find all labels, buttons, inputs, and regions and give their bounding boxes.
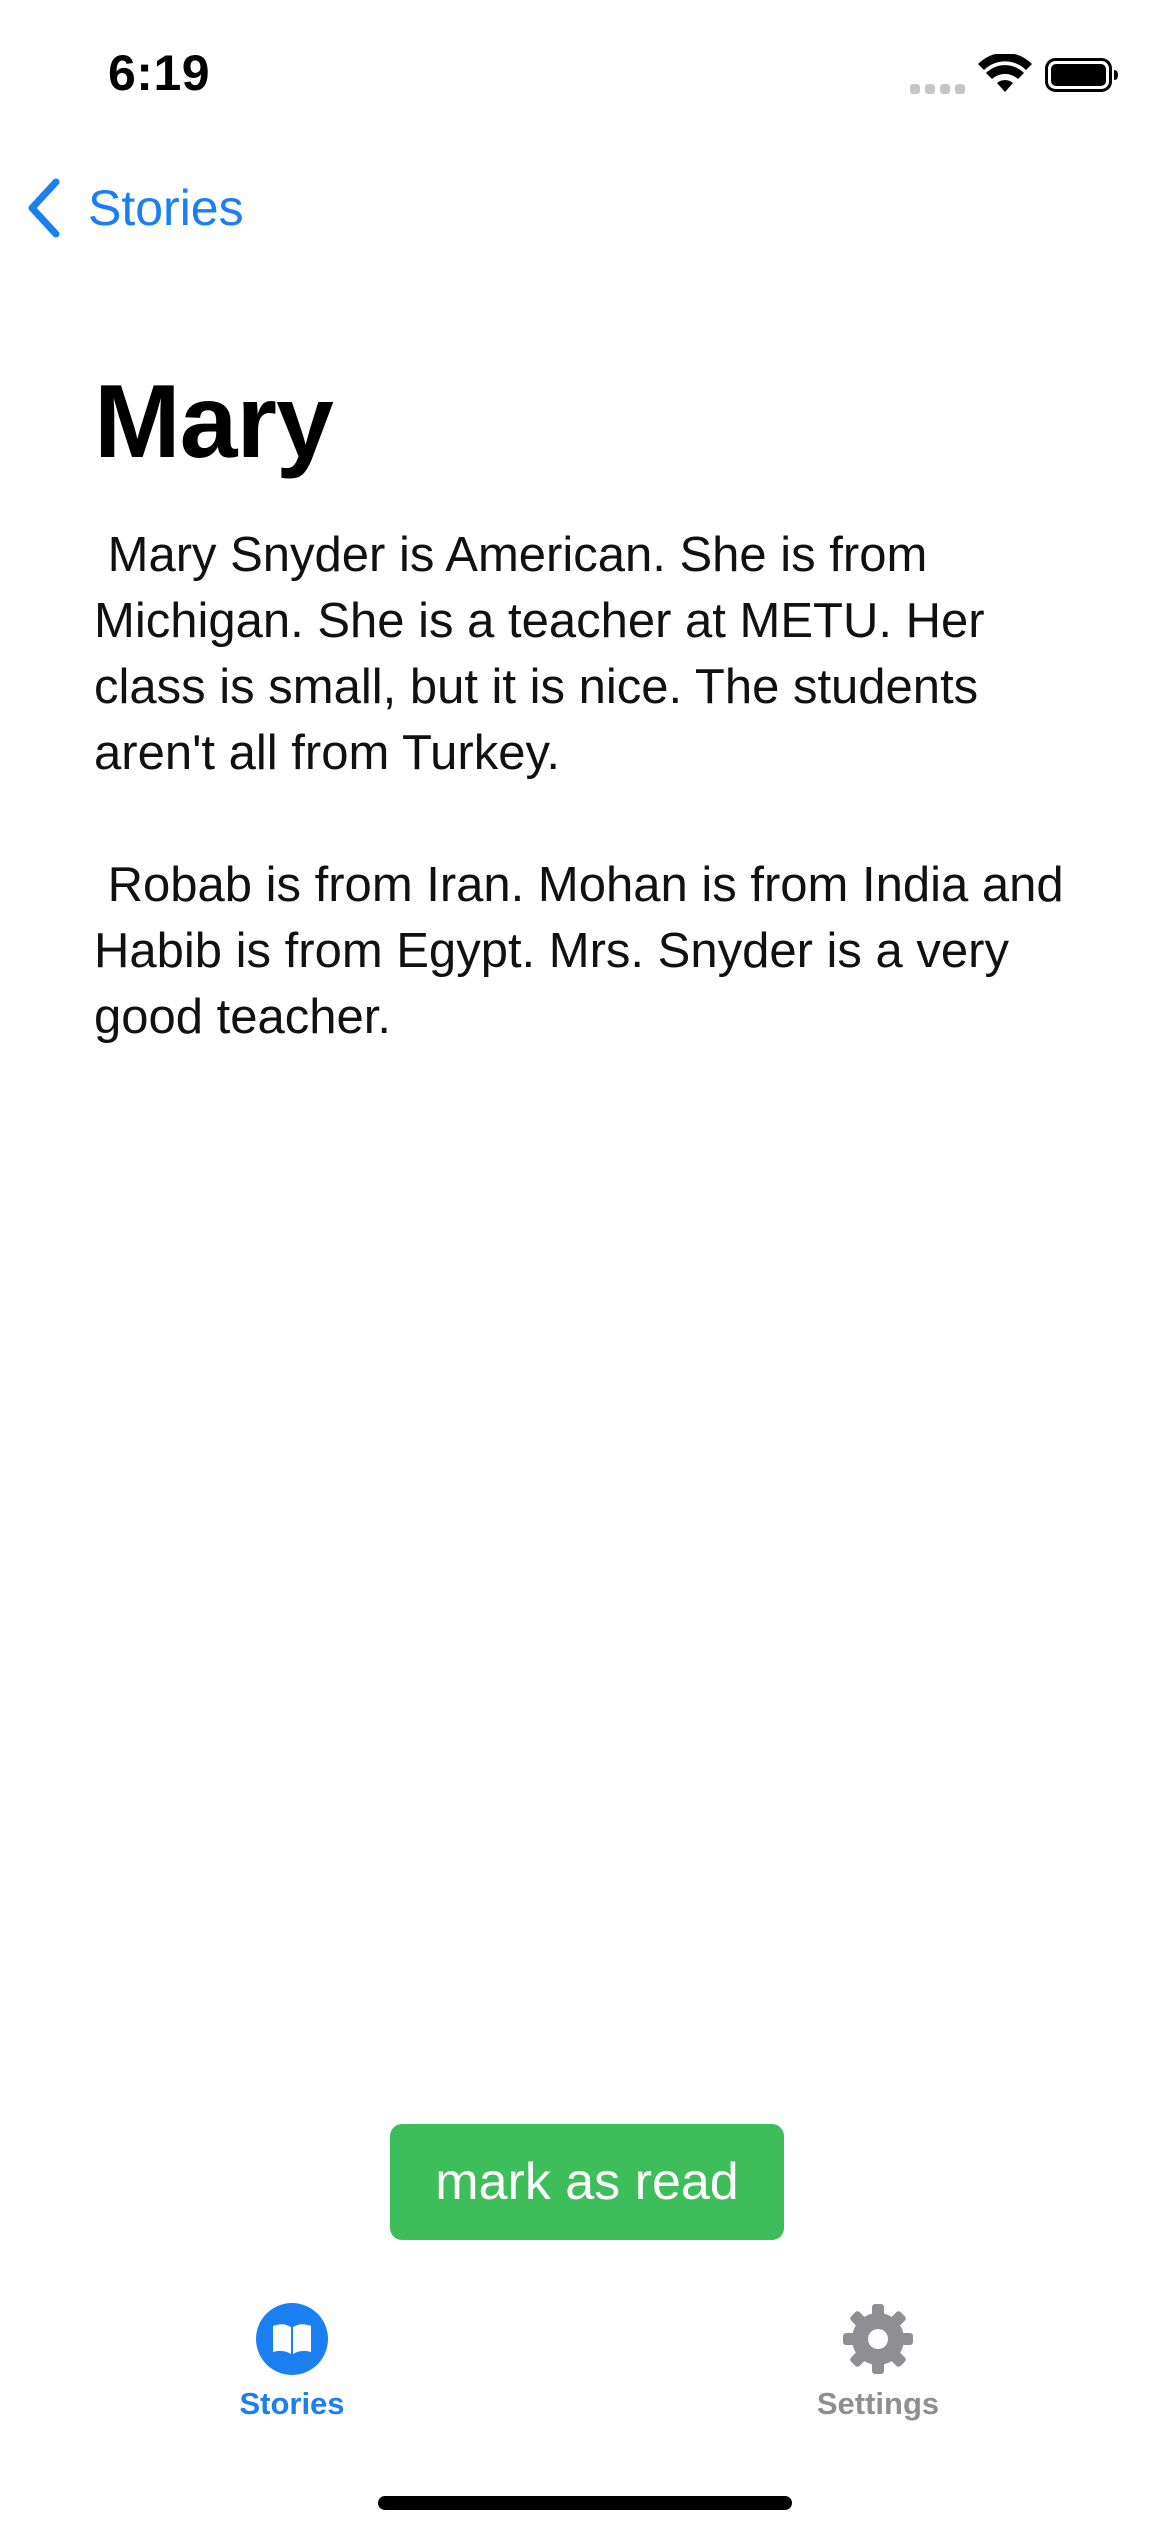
home-indicator <box>378 2496 792 2510</box>
tab-settings-label: Settings <box>816 2386 940 2421</box>
status-time: 6:19 <box>108 45 211 101</box>
mark-as-read-button[interactable]: mark as read <box>390 2124 784 2240</box>
chevron-left-icon <box>28 178 60 238</box>
cellular-signal-icon <box>910 80 966 94</box>
battery-icon <box>1045 58 1118 92</box>
status-bar: 6:19 <box>0 0 1170 150</box>
tab-stories[interactable]: Stories <box>142 2290 442 2422</box>
story-body: Mary Snyder is American. She is from Mic… <box>94 528 1064 1044</box>
back-button-label: Stories <box>88 180 244 236</box>
gear-icon <box>843 2304 913 2374</box>
tab-bar: Stories Settings <box>0 2290 1170 2450</box>
story-title: Mary <box>94 364 334 480</box>
tab-stories-label: Stories <box>239 2386 345 2421</box>
tab-settings[interactable]: Settings <box>728 2290 1028 2422</box>
wifi-icon <box>978 54 1032 92</box>
book-icon <box>256 2303 328 2375</box>
back-button[interactable]: Stories <box>24 176 244 240</box>
